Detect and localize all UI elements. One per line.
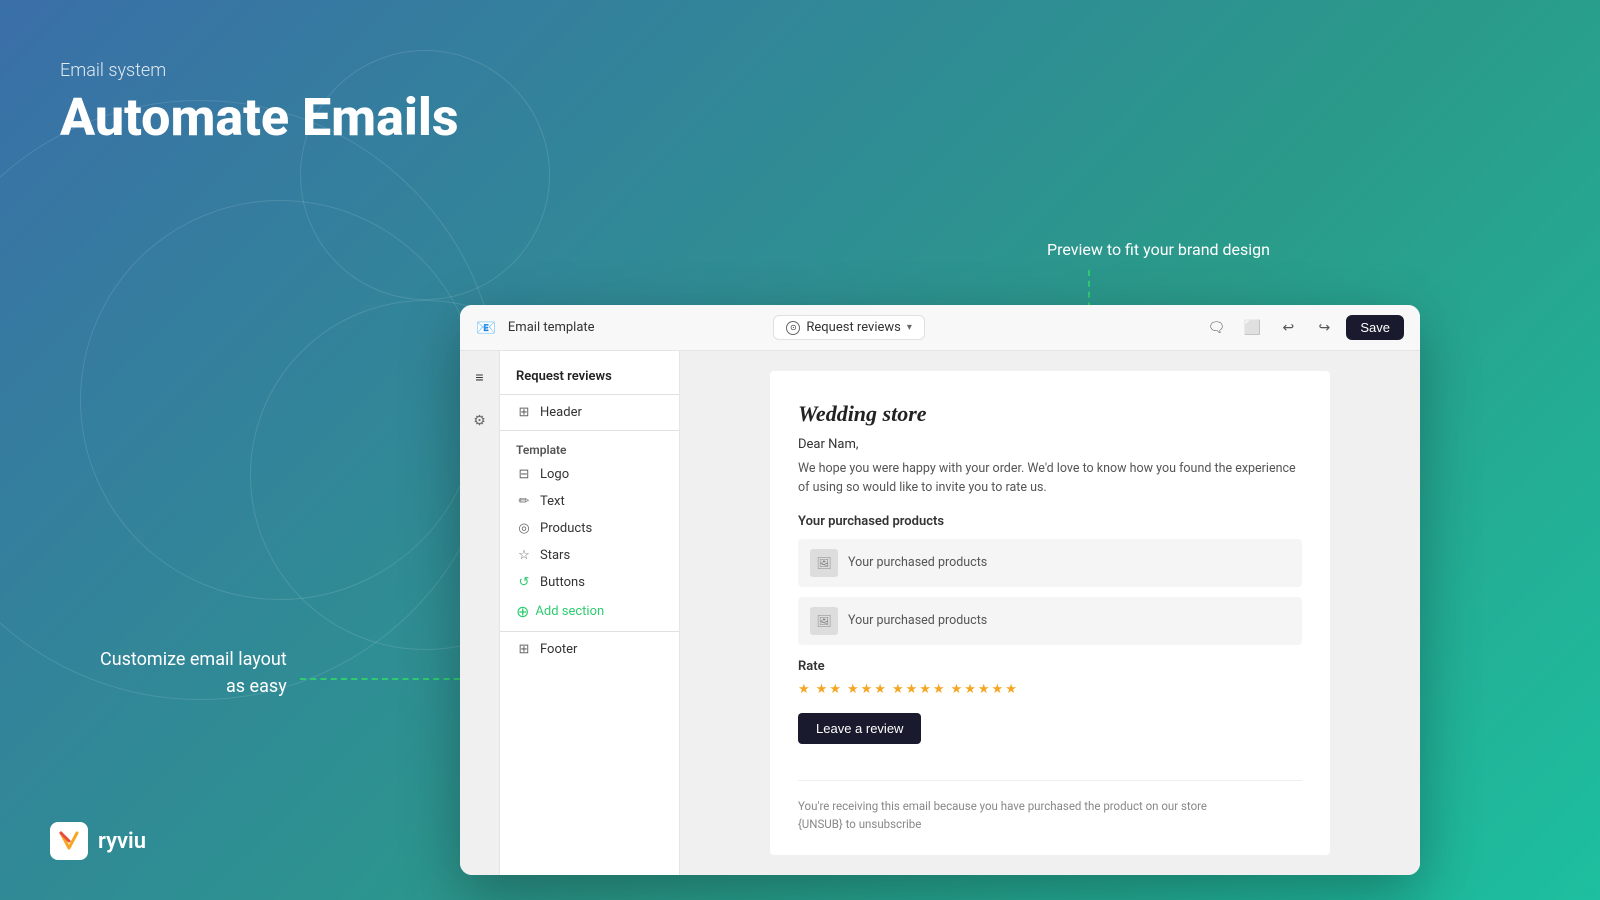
sidebar-nav-settings-icon[interactable]: ⚙ [466, 407, 494, 435]
product-image-icon-2: 🖼 [810, 607, 838, 635]
sidebar-item-logo[interactable]: ⊟ Logo [500, 461, 679, 488]
star-group-4: ★ ★ ★ ★ [892, 682, 945, 697]
sidebar-item-products[interactable]: ◎ Products [500, 515, 679, 542]
sidebar-item-logo-label: Logo [540, 467, 569, 482]
product-label-2: Your purchased products [848, 613, 987, 628]
main-content: ≡ ⚙ Request reviews ⊞ Header Template ⊟ … [460, 351, 1420, 875]
undo-button[interactable]: ↩ [1274, 314, 1302, 342]
email-body: Wedding store Dear Nam, We hope you were… [770, 371, 1330, 855]
email-greeting: Dear Nam, [798, 437, 1302, 452]
footer-icon: ⊞ [516, 642, 532, 657]
product-image-icon-1: 🖼 [810, 549, 838, 577]
email-body-text: We hope you were happy with your order. … [798, 460, 1302, 498]
top-bar-title: Email template [508, 320, 761, 335]
star-group-3: ★ ★ ★ [847, 682, 886, 697]
email-footer: You're receiving this email because you … [798, 780, 1302, 834]
sidebar-divider [500, 430, 679, 431]
view-button[interactable]: ⬜ [1238, 314, 1266, 342]
products-item-icon: ◎ [516, 521, 532, 536]
top-bar: 📧 Email template ⊙ Request reviews ▾ 🗨 ⬜… [460, 305, 1420, 351]
tab-area: ⊙ Request reviews ▾ [773, 315, 925, 340]
sidebar-item-buttons[interactable]: ↺ Buttons [500, 569, 679, 596]
chevron-down-icon: ▾ [907, 322, 912, 333]
sidebar-divider [500, 631, 679, 632]
sidebar-item-footer[interactable]: ⊞ Footer [500, 636, 679, 663]
star: ★ [798, 682, 810, 697]
sidebar-item-footer-label: Footer [540, 642, 577, 657]
sidebar-item-products-label: Products [540, 521, 592, 536]
bg-decoration [0, 100, 500, 700]
header-icon: ⊞ [516, 405, 532, 420]
email-preview-panel: Wedding store Dear Nam, We hope you were… [680, 351, 1420, 875]
sidebar: ≡ ⚙ Request reviews ⊞ Header Template ⊟ … [460, 351, 680, 875]
sidebar-menu: Request reviews ⊞ Header Template ⊟ Logo… [500, 351, 679, 875]
bg-decoration [80, 200, 480, 600]
product-label-1: Your purchased products [848, 555, 987, 570]
customize-label: Customize email layout as easy [100, 646, 287, 700]
leave-review-button[interactable]: Leave a review [798, 713, 921, 744]
hero-title: Automate Emails [60, 89, 459, 146]
hero-section: Email system Automate Emails [60, 60, 459, 146]
sidebar-section-title: Request reviews [500, 361, 679, 390]
sidebar-divider [500, 394, 679, 395]
star-group-2: ★ ★ [816, 682, 841, 697]
template-group-label: Template [500, 435, 679, 461]
logo-item-icon: ⊟ [516, 467, 532, 482]
rate-title: Rate [798, 659, 1302, 674]
logo-text: ryviu [98, 829, 146, 854]
tab-dot-icon: ⊙ [786, 321, 800, 335]
sidebar-item-stars[interactable]: ☆ Stars [500, 542, 679, 569]
sidebar-item-stars-label: Stars [540, 548, 570, 563]
stars-item-icon: ☆ [516, 548, 532, 563]
products-section-title: Your purchased products [798, 514, 1302, 529]
sidebar-item-text[interactable]: ✏ Text [500, 488, 679, 515]
sidebar-item-header[interactable]: ⊞ Header [500, 399, 679, 426]
preview-label: Preview to fit your brand design [1047, 240, 1270, 259]
store-name: Wedding store [798, 401, 1302, 427]
product-row-1: 🖼 Your purchased products [798, 539, 1302, 587]
star-group-5: ★ ★ ★ ★ ★ [951, 682, 1017, 697]
plus-icon: ⊕ [516, 602, 529, 621]
footer-line-2: {UNSUB} to unsubscribe [798, 815, 1302, 833]
add-section-label: Add section [535, 604, 604, 619]
text-item-icon: ✏ [516, 494, 532, 509]
sidebar-nav-list-icon[interactable]: ≡ [466, 363, 494, 391]
logo-icon [50, 822, 88, 860]
request-reviews-tab[interactable]: ⊙ Request reviews ▾ [773, 315, 925, 340]
app-window: 📧 Email template ⊙ Request reviews ▾ 🗨 ⬜… [460, 305, 1420, 875]
save-button[interactable]: Save [1346, 315, 1404, 340]
star-group-1: ★ [798, 682, 810, 697]
sidebar-icon-nav: ≡ ⚙ [460, 351, 500, 875]
add-section-button[interactable]: ⊕ Add section [500, 596, 679, 627]
sidebar-item-buttons-label: Buttons [540, 575, 585, 590]
buttons-item-icon: ↺ [516, 575, 532, 590]
customize-arrow [300, 673, 480, 685]
logo-area: ryviu [50, 822, 146, 860]
footer-line-1: You're receiving this email because you … [798, 797, 1302, 815]
redo-button[interactable]: ↪ [1310, 314, 1338, 342]
sidebar-item-header-label: Header [540, 405, 582, 420]
tab-label: Request reviews [806, 320, 900, 335]
email-template-icon: 📧 [476, 318, 496, 337]
comment-button[interactable]: 🗨 [1202, 314, 1230, 342]
product-row-2: 🖼 Your purchased products [798, 597, 1302, 645]
toolbar-right: 🗨 ⬜ ↩ ↪ Save [1202, 314, 1404, 342]
hero-subtitle: Email system [60, 60, 459, 81]
stars-row: ★ ★ ★ ★ ★ ★ ★ ★ ★ ★ [798, 682, 1302, 697]
sidebar-item-text-label: Text [540, 494, 565, 509]
